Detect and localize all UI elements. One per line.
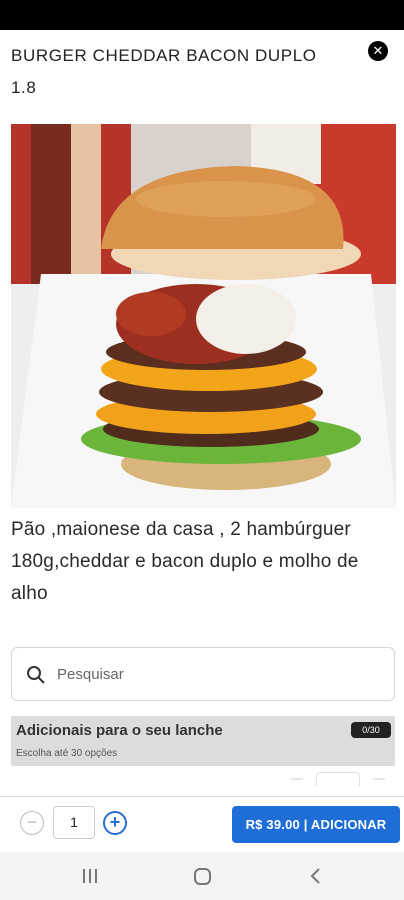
back-icon[interactable] [309, 868, 323, 884]
recents-icon[interactable] [83, 869, 99, 883]
plus-circle-icon[interactable]: + [103, 811, 127, 835]
quantity-field[interactable]: 1 [53, 806, 95, 839]
product-title: BURGER CHEDDAR BACON DUPLO [11, 46, 317, 65]
product-subtitle: 1.8 [11, 78, 37, 97]
search-input[interactable] [57, 648, 377, 700]
close-icon[interactable]: ✕ [368, 41, 388, 61]
addons-title: Adicionais para o seu lanche [16, 722, 223, 739]
home-icon[interactable] [194, 868, 211, 885]
addons-counter-badge: 0/30 [351, 722, 391, 738]
minus-circle-icon[interactable]: − [20, 811, 44, 835]
search-box[interactable] [11, 647, 395, 701]
search-icon [27, 666, 45, 684]
footer-bar: − 1 + R$ 39.00 | ADICIONAR [0, 796, 404, 852]
add-to-cart-button[interactable]: R$ 39.00 | ADICIONAR [232, 806, 400, 843]
addons-section-header: Adicionais para o seu lanche Escolha até… [11, 716, 395, 766]
addon-item-partial [11, 770, 395, 786]
product-header: BURGER CHEDDAR BACON DUPLO 1.8 [0, 30, 404, 118]
product-description: Pão ,maionese da casa , 2 hambúrguer 180… [11, 519, 359, 604]
product-photo [11, 124, 396, 508]
status-bar [0, 0, 404, 30]
android-nav-bar [0, 852, 404, 900]
addons-subtitle: Escolha até 30 opções [16, 748, 118, 759]
